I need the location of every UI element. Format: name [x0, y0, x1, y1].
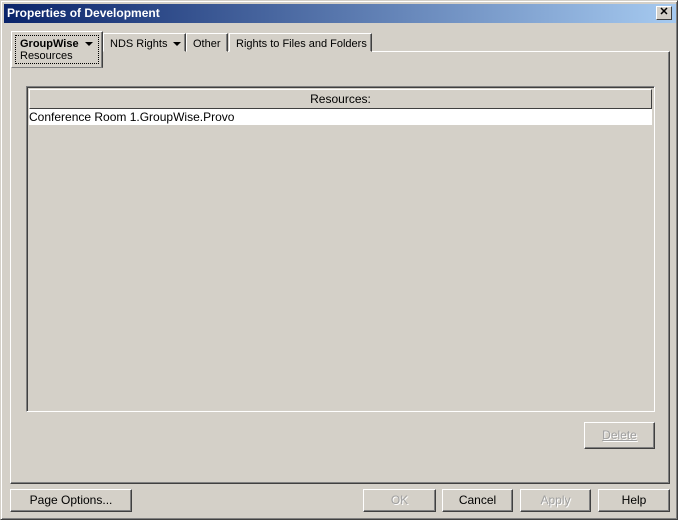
tab-rights-to-files[interactable]: Rights to Files and Folders	[229, 33, 372, 52]
title-bar: Properties of Development ✕	[4, 4, 676, 23]
tab-other[interactable]: Other	[186, 33, 228, 52]
tab-label: NDS Rights	[110, 38, 168, 50]
properties-dialog: Properties of Development ✕ Resources: C…	[0, 0, 678, 520]
resources-table: Resources: Conference Room 1.GroupWise.P…	[26, 86, 655, 412]
tab-label: Rights to Files and Folders	[236, 38, 367, 50]
help-label: Help	[621, 493, 647, 507]
apply-button[interactable]: Apply	[520, 489, 591, 512]
close-icon: ✕	[659, 6, 669, 18]
window-title: Properties of Development	[7, 6, 160, 20]
column-header-resources[interactable]: Resources:	[29, 89, 652, 109]
dropdown-arrow-icon[interactable]	[84, 42, 93, 47]
cancel-button[interactable]: Cancel	[442, 489, 513, 512]
cancel-label: Cancel	[458, 493, 497, 507]
tab-panel: Resources: Conference Room 1.GroupWise.P…	[10, 51, 670, 484]
page-options-label: Page Options...	[29, 493, 113, 507]
ok-label: OK	[390, 493, 409, 507]
delete-label: Delete	[602, 428, 637, 442]
close-button[interactable]: ✕	[656, 6, 672, 20]
tab-label: Other	[193, 38, 221, 50]
help-button[interactable]: Help	[598, 489, 670, 512]
delete-button[interactable]: Delete	[584, 422, 655, 449]
page-options-button[interactable]: Page Options...	[10, 489, 132, 512]
tab-sublabel: Resources	[20, 50, 73, 62]
apply-label: Apply	[540, 493, 571, 507]
ok-button[interactable]: OK	[363, 489, 436, 512]
dropdown-arrow-icon[interactable]	[173, 42, 182, 47]
tab-label: GroupWise	[20, 38, 79, 50]
tab-groupwise[interactable]: GroupWise Resources	[11, 31, 103, 68]
table-row[interactable]: Conference Room 1.GroupWise.Provo	[29, 109, 652, 125]
tab-nds-rights[interactable]: NDS Rights	[103, 33, 186, 52]
